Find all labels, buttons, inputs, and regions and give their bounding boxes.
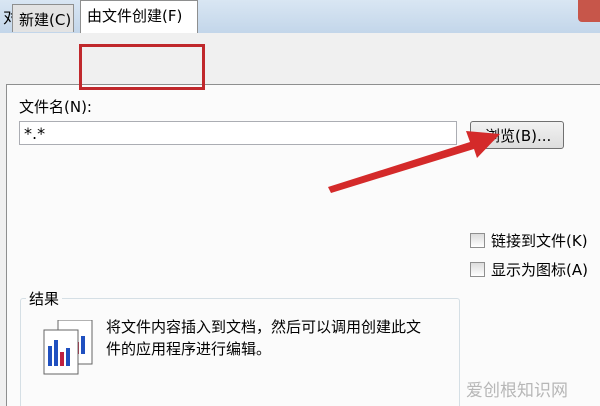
- browse-button[interactable]: 浏览(B)...: [470, 121, 564, 149]
- tab-create-from-file-label: 由文件创建(F): [87, 7, 183, 25]
- close-button[interactable]: [578, 0, 600, 22]
- annotation-highlight-box: [79, 44, 205, 90]
- link-to-file-label: 链接到文件(K): [491, 232, 588, 250]
- link-to-file-checkbox[interactable]: [470, 233, 485, 248]
- document-icon: [43, 320, 93, 375]
- result-legend: 结果: [26, 288, 63, 309]
- tab-new[interactable]: 新建(C): [12, 4, 74, 32]
- filename-value: *.*: [24, 124, 46, 143]
- filename-input[interactable]: *.*: [19, 121, 457, 145]
- filename-label: 文件名(N):: [19, 98, 92, 116]
- tab-create-from-file[interactable]: 由文件创建(F): [80, 0, 198, 33]
- watermark: 爱创根知识网: [466, 381, 568, 401]
- browse-button-label: 浏览(B)...: [485, 127, 552, 145]
- display-as-icon-label: 显示为图标(A): [491, 261, 588, 279]
- result-description: 将文件内容插入到文档，然后可以调用创建此文件的应用程序进行编辑。: [106, 318, 422, 358]
- tab-new-label: 新建(C): [19, 11, 72, 29]
- display-as-icon-checkbox[interactable]: [470, 262, 485, 277]
